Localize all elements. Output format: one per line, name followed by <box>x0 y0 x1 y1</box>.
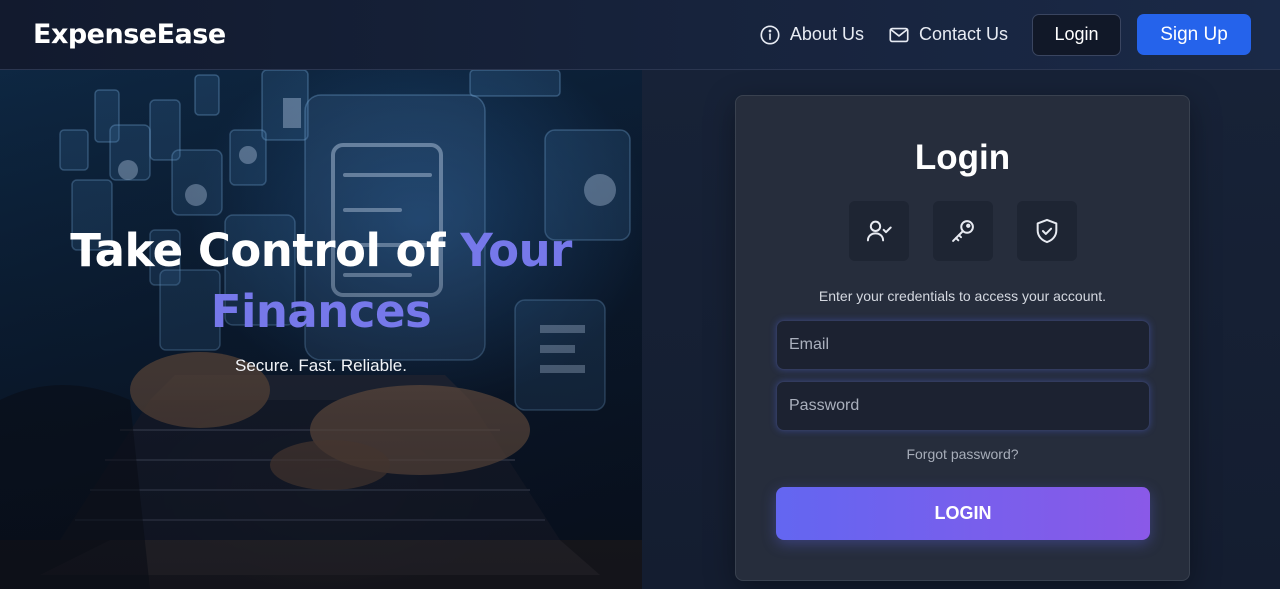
nav-contact-us[interactable]: Contact Us <box>888 24 1008 46</box>
nav-about-us[interactable]: About Us <box>759 24 864 46</box>
email-field[interactable] <box>776 320 1150 370</box>
login-card-title: Login <box>914 138 1011 177</box>
shield-check-icon <box>1036 218 1057 244</box>
user-check-icon <box>866 220 892 242</box>
hero-title: Take Control of Your Finances <box>0 220 642 342</box>
header-signup-button[interactable]: Sign Up <box>1137 14 1251 55</box>
forgot-password-link[interactable]: Forgot password? <box>736 446 1189 462</box>
password-field[interactable] <box>776 381 1150 431</box>
mail-icon <box>889 27 909 42</box>
header-login-button[interactable]: Login <box>1032 13 1121 56</box>
user-check-icon-box <box>848 201 909 261</box>
shield-check-icon-box <box>1016 201 1077 261</box>
login-description: Enter your credentials to access your ac… <box>818 288 1107 304</box>
nav-about-us-label: About Us <box>789 24 864 44</box>
hero-title-accent-1: Your <box>460 224 572 277</box>
login-submit-button[interactable]: LOGIN <box>776 487 1150 540</box>
nav-links: About Us Contact Us Login Sign Up <box>759 13 1251 56</box>
key-icon-box <box>932 201 993 261</box>
login-card: Login Enter your credentials to access y… <box>735 95 1190 581</box>
nav-contact-us-label: Contact Us <box>918 24 1008 44</box>
key-icon <box>951 220 974 242</box>
hero-subtitle: Secure. Fast. Reliable. <box>235 356 407 375</box>
hero-title-part-1: Take Control of <box>70 224 461 277</box>
navbar: ExpenseEase About Us Contact Us Login Si… <box>0 0 1280 70</box>
login-feature-icons <box>736 201 1189 261</box>
brand-logo[interactable]: ExpenseEase <box>33 19 226 50</box>
info-circle-icon <box>760 24 780 45</box>
hero-section: Take Control of Your Finances Secure. Fa… <box>0 70 642 589</box>
hero-title-accent-2: Finances <box>210 285 432 338</box>
